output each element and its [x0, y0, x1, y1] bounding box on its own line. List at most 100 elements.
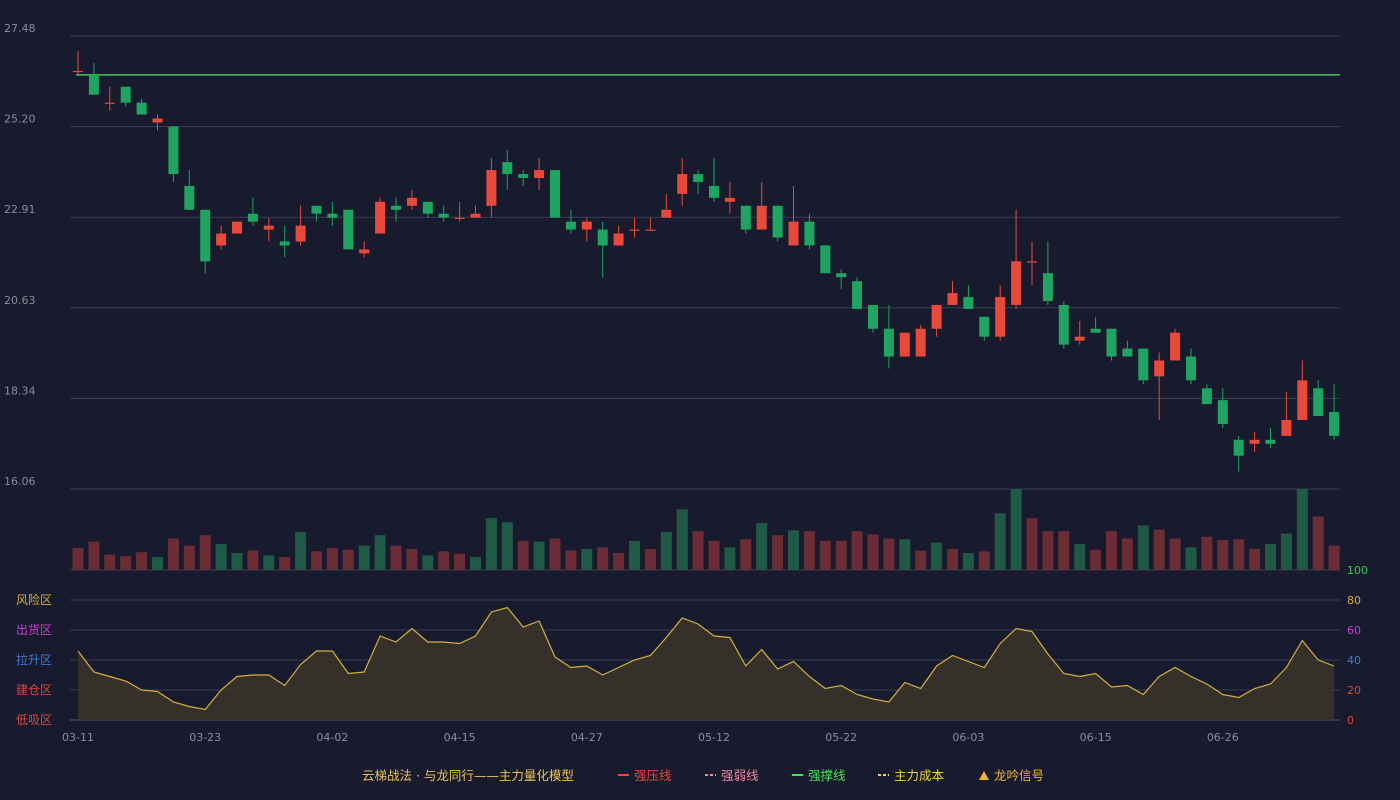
volume-bar — [851, 531, 863, 570]
legend-label: 主力成本 — [894, 768, 945, 783]
volume-bar — [1265, 544, 1276, 570]
volume-bar — [1233, 539, 1245, 570]
volume-bar — [788, 530, 799, 570]
candle-body — [995, 297, 1006, 337]
legend-label: 龙吟信号 — [994, 768, 1044, 783]
candle-body — [868, 304, 878, 329]
volume-bar — [374, 535, 386, 570]
candle-body — [1106, 328, 1117, 357]
volume-bar — [915, 550, 927, 570]
volume-bar — [438, 551, 450, 570]
price-tick-label: 22.91 — [4, 203, 36, 216]
volume-bar — [1249, 548, 1261, 570]
volume-bar — [978, 551, 990, 570]
candle-body — [327, 213, 338, 218]
volume-bar — [104, 554, 116, 570]
candle-body — [772, 205, 783, 238]
price-tick-label: 20.63 — [4, 294, 36, 307]
candle-body — [422, 201, 433, 214]
volume-bar — [279, 557, 291, 570]
volume-bar — [1217, 540, 1229, 570]
volume-bar — [660, 531, 672, 570]
osc-area — [78, 607, 1335, 720]
volume-bar — [1026, 518, 1038, 570]
volume-bar — [295, 531, 307, 570]
candle-body — [1186, 356, 1196, 381]
candle-body — [1074, 336, 1085, 341]
candle-body — [565, 221, 576, 230]
candle-body — [661, 209, 672, 218]
volume-bar — [1280, 533, 1292, 570]
candle-body — [645, 229, 656, 231]
candle-body — [120, 86, 131, 103]
candle-body — [375, 201, 386, 234]
volume-bar — [517, 540, 529, 570]
volume-bar — [1169, 538, 1181, 570]
volume-bar — [947, 548, 958, 570]
price-axis-labels: 27.48 25.20 22.91 20.63 18.34 16.06 — [4, 22, 36, 488]
volume-bar — [88, 541, 100, 570]
candle-body — [788, 221, 799, 246]
volume-bar — [390, 545, 402, 570]
volume-bar — [215, 544, 227, 570]
candle-body — [1042, 273, 1053, 301]
candle-body — [343, 209, 354, 250]
date-tick-label: 06-15 — [1080, 731, 1112, 744]
candle-body — [629, 229, 640, 231]
candle-body — [820, 245, 831, 274]
volume-bar — [470, 557, 481, 570]
volume-bar — [1153, 529, 1165, 570]
candle-body — [454, 217, 465, 219]
volume-bar — [454, 553, 466, 570]
candle-body — [1154, 360, 1165, 377]
volume-bar — [962, 552, 974, 570]
osc-tick-label: 100 — [1347, 564, 1368, 577]
dragon-signal-icon — [979, 771, 989, 780]
candle-body — [232, 221, 242, 234]
volume-bar — [803, 531, 815, 570]
volume-bar — [120, 556, 132, 570]
volume-bar — [1106, 531, 1117, 570]
price-tick-label: 16.06 — [4, 475, 36, 488]
volume-bar — [311, 551, 322, 570]
volume-bar — [772, 535, 784, 570]
candle-body — [804, 221, 815, 246]
volume-bar — [899, 539, 911, 570]
volume-bar — [263, 555, 275, 570]
volume-bar — [1312, 516, 1324, 570]
candle-body — [915, 328, 926, 357]
osc-tick-label: 60 — [1347, 624, 1361, 637]
volume-bar — [326, 548, 338, 570]
candle-body — [406, 197, 417, 206]
volume-bar — [533, 541, 545, 570]
volume-bar — [629, 540, 640, 570]
candle-body — [693, 174, 704, 182]
legend-label: 强弱线 — [721, 768, 759, 783]
volume-bar — [406, 548, 418, 570]
candle-body — [1027, 261, 1037, 263]
date-axis-labels: 03-11 03-23 04-02 04-15 04-27 05-12 05-22 06-03… — [62, 731, 1239, 744]
volume-bar — [152, 557, 163, 570]
candle-body — [311, 205, 322, 214]
candle-body — [740, 205, 751, 230]
zone-label: 拉升区 — [16, 652, 52, 667]
candle-body — [1329, 412, 1340, 436]
legend-title: 云梯战法 · 与龙同行——主力量化模型 — [362, 768, 574, 783]
candle-body — [852, 281, 863, 309]
candle-body — [359, 249, 370, 254]
date-tick-label: 06-26 — [1207, 731, 1239, 744]
candle-body — [1090, 328, 1101, 333]
volume-bar — [136, 552, 148, 570]
candle-body — [1233, 439, 1244, 456]
date-tick-label: 03-23 — [189, 731, 221, 744]
candle-body — [152, 118, 163, 123]
candle-body — [613, 233, 624, 246]
candle-body — [1313, 388, 1324, 417]
candle-body — [709, 185, 719, 198]
candle-body — [677, 174, 688, 194]
candle-body — [88, 74, 99, 95]
date-tick-label: 06-03 — [952, 731, 984, 744]
volume-bar — [231, 552, 243, 570]
candle-body — [216, 233, 227, 246]
candle-body — [597, 229, 608, 246]
